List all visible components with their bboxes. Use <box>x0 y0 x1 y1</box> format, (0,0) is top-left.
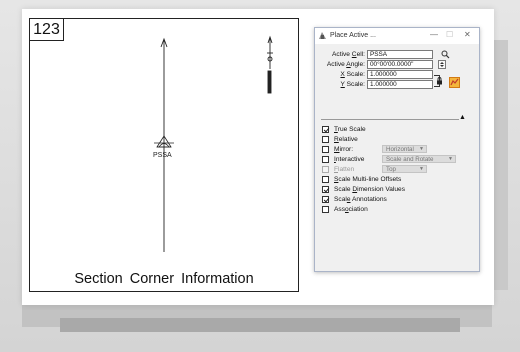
close-button[interactable]: ✕ <box>464 30 471 39</box>
background-block <box>60 318 460 332</box>
north-arrow-graphic <box>160 37 168 252</box>
active-angle-label: Active Angle: <box>326 61 365 68</box>
drawing-caption: Section Corner Information <box>74 271 254 287</box>
true-scale-label: True Scale <box>334 126 366 133</box>
dialog-title: Place Active ... <box>330 32 376 39</box>
scale-bar-icon <box>267 35 273 94</box>
mirror-label: Mirror: <box>334 146 354 153</box>
search-icon[interactable] <box>441 50 450 59</box>
active-cell-label: Active Cell: <box>332 51 365 58</box>
interactive-label: Interactive <box>334 156 365 163</box>
relative-checkbox[interactable] <box>322 136 329 143</box>
chevron-down-icon: ▼ <box>419 146 424 152</box>
lock-icon[interactable] <box>436 77 443 85</box>
angle-spinner[interactable] <box>438 60 446 69</box>
cell-drawing-frame: 123 PSSA Section Corner Information <box>29 18 299 292</box>
x-scale-input[interactable]: 1.000000 <box>367 70 433 79</box>
flatten-dropdown[interactable]: Top ▼ <box>382 165 427 173</box>
scale-multiline-checkbox[interactable] <box>322 176 329 183</box>
relative-label: Relative <box>334 136 358 143</box>
section-divider <box>321 119 459 120</box>
collapse-arrow-icon[interactable]: ▲ <box>459 114 466 121</box>
scale-annotations-checkbox[interactable] <box>322 196 329 203</box>
scale-dimension-checkbox[interactable] <box>322 186 329 193</box>
mirror-dropdown-value: Horizontal <box>386 146 414 153</box>
interactive-checkbox[interactable] <box>322 156 329 163</box>
x-scale-label: X Scale: <box>340 71 365 78</box>
flatten-checkbox[interactable] <box>322 166 329 173</box>
graph-scale-icon[interactable] <box>449 77 460 88</box>
flatten-label: Flatten <box>334 166 355 173</box>
active-cell-input[interactable]: PSSA <box>367 50 433 59</box>
dialog-titlebar[interactable]: Place Active ... — ☐ ✕ <box>315 28 479 44</box>
interactive-dropdown-value: Scale and Rotate <box>386 156 434 163</box>
place-active-cell-dialog: Place Active ... — ☐ ✕ Active Cell: PSSA… <box>314 27 480 272</box>
microstation-app-icon <box>319 32 326 39</box>
minimize-button[interactable]: — <box>430 30 438 39</box>
maximize-button[interactable]: ☐ <box>446 30 453 39</box>
symbol-label: PSSA <box>153 152 172 159</box>
scale-lock-bracket <box>434 86 440 87</box>
chevron-down-icon: ▼ <box>419 166 424 172</box>
y-scale-input[interactable]: 1.000000 <box>367 80 433 89</box>
chevron-down-icon: ▼ <box>448 156 453 162</box>
active-angle-input[interactable]: 00°00'00.0000" <box>367 60 433 69</box>
scale-dimension-label: Scale Dimension Values <box>334 186 405 193</box>
interactive-dropdown[interactable]: Scale and Rotate ▼ <box>382 155 456 163</box>
true-scale-checkbox[interactable] <box>322 126 329 133</box>
flatten-dropdown-value: Top <box>386 166 396 173</box>
spinner-arrows-icon <box>440 62 444 67</box>
background-block <box>494 40 508 290</box>
y-scale-label: Y Scale: <box>340 81 365 88</box>
scale-annotations-label: Scale Annotations <box>334 196 387 203</box>
scale-multiline-label: Scale Multi-line Offsets <box>334 176 402 183</box>
drawing-canvas: PSSA <box>153 35 273 252</box>
mirror-checkbox[interactable] <box>322 146 329 153</box>
association-checkbox[interactable] <box>322 206 329 213</box>
association-label: Association <box>334 206 368 213</box>
mirror-dropdown[interactable]: Horizontal ▼ <box>382 145 427 153</box>
